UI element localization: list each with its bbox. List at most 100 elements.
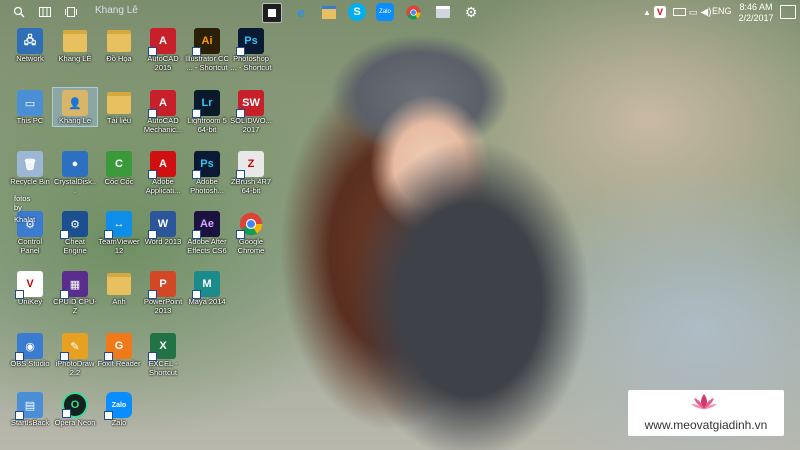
zbrush-icon: Z bbox=[236, 151, 264, 179]
language-indicator[interactable]: ENG bbox=[712, 6, 732, 16]
desktop-shortcut-label: CPUID CPU-Z bbox=[53, 297, 97, 315]
edge-icon[interactable]: e bbox=[292, 3, 310, 21]
desktop-shortcut[interactable]: V UniKey bbox=[8, 269, 52, 307]
desktop-shortcut-label: Network bbox=[16, 54, 44, 63]
desktop-shortcut[interactable]: 🖧 Network bbox=[8, 26, 52, 64]
tablet-mode-icon[interactable] bbox=[62, 3, 80, 21]
task-view-icon[interactable] bbox=[36, 3, 54, 21]
stray-line: Khalat bbox=[14, 215, 36, 224]
desktop-shortcut[interactable]: Anh bbox=[97, 269, 141, 307]
desktop-shortcut-label: Adobe Photosh... bbox=[190, 177, 224, 195]
desktop-shortcut[interactable]: P PowerPoint 2013 bbox=[141, 269, 185, 315]
file-explorer-icon[interactable] bbox=[320, 3, 338, 21]
printer-icon[interactable] bbox=[434, 3, 452, 21]
desktop-shortcut[interactable]: Ae Adobe After Effects CS6 bbox=[185, 209, 229, 255]
folder-icon bbox=[106, 271, 132, 297]
top-taskbar: Khang Lê e S Zalo ⚙ ▲ V ▭ ◀) ENG 8:46 AM… bbox=[0, 0, 800, 24]
desktop-shortcut-label: StartIsBack bbox=[10, 418, 50, 427]
clock-time: 8:46 AM bbox=[739, 2, 773, 12]
desktop-shortcut[interactable]: W Word 2013 bbox=[141, 209, 185, 247]
desktop-shortcut[interactable]: Khang LÊ bbox=[53, 26, 97, 64]
desktop-shortcut[interactable]: ↔ TeamViewer 12 bbox=[97, 209, 141, 255]
after-effects-icon: Ae bbox=[192, 211, 220, 239]
notification-icon[interactable] bbox=[780, 5, 796, 19]
desktop-shortcut[interactable]: C Cốc Cốc bbox=[97, 149, 141, 187]
desktop-shortcut[interactable]: A AutoCAD 2015 bbox=[141, 26, 185, 72]
desktop-shortcut-label: Adobe Applicati... bbox=[145, 177, 181, 195]
excel-icon: X bbox=[148, 333, 176, 361]
desktop-shortcut[interactable]: Google Chrome bbox=[229, 209, 273, 255]
desktop-shortcut-label: Maya 2014 bbox=[188, 297, 226, 306]
clock[interactable]: 8:46 AM 2/2/2017 bbox=[734, 2, 778, 24]
word-icon: W bbox=[148, 211, 176, 239]
desktop-shortcut[interactable]: Đồ Họa bbox=[97, 26, 141, 64]
desktop-shortcut-label: Lightroom 5 64-bit bbox=[187, 116, 227, 134]
startisback-icon: ▤ bbox=[15, 392, 43, 420]
desktop-shortcut[interactable]: M Maya 2014 bbox=[185, 269, 229, 307]
desktop-shortcut[interactable]: Ps Adobe Photosh... bbox=[185, 149, 229, 195]
taskbar-app-icon[interactable] bbox=[262, 3, 282, 23]
desktop-shortcut[interactable]: A Adobe Applicati... bbox=[141, 149, 185, 195]
desktop-shortcut[interactable]: Ps Photoshop ... - Shortcut bbox=[229, 26, 273, 72]
zalo-icon: Zalo bbox=[104, 392, 132, 420]
desktop-shortcut[interactable]: ● CrystalDisk... bbox=[53, 149, 97, 195]
network-icon: 🖧 bbox=[17, 28, 43, 54]
desktop-shortcut[interactable]: ▦ CPUID CPU-Z bbox=[53, 269, 97, 315]
autocad-icon: A bbox=[148, 28, 176, 56]
autocad-mechanical-icon: A bbox=[148, 90, 176, 118]
unikey-tray-icon[interactable]: V bbox=[654, 6, 666, 18]
skype-icon[interactable]: S bbox=[348, 3, 366, 21]
desktop-shortcut-label: This PC bbox=[16, 116, 44, 125]
desktop-shortcut-label: PowerPoint 2013 bbox=[143, 297, 183, 315]
desktop-shortcut-label: EXCEL - Shortcut bbox=[148, 359, 178, 377]
chrome-icon[interactable] bbox=[404, 3, 422, 21]
desktop-shortcut-label: AutoCAD Mechanic... bbox=[143, 116, 183, 134]
desktop-shortcut-label: iPhotoDraw 2.2 bbox=[55, 359, 95, 377]
desktop-shortcut-label: AutoCAD 2015 bbox=[147, 54, 179, 72]
desktop-shortcut-label: Word 2013 bbox=[144, 237, 182, 246]
teamviewer-icon: ↔ bbox=[104, 211, 132, 239]
iphotodraw-icon: ✎ bbox=[60, 333, 88, 361]
desktop-shortcut[interactable]: SW SOLIDWO... 2017 bbox=[229, 88, 273, 134]
coccoc-icon: C bbox=[106, 151, 132, 177]
desktop-shortcut[interactable]: ⚙ Cheat Engine bbox=[53, 209, 97, 255]
folder-icon bbox=[106, 90, 132, 116]
settings-icon[interactable]: ⚙ bbox=[462, 3, 480, 21]
desktop-shortcut[interactable]: G Foxit Reader bbox=[97, 331, 141, 369]
desktop-shortcut-label: Zalo bbox=[111, 418, 127, 427]
desktop-shortcut[interactable]: ▤ StartIsBack bbox=[8, 390, 52, 428]
desktop-shortcut-label: CrystalDisk... bbox=[53, 177, 97, 195]
desktop-shortcut[interactable]: Zalo Zalo bbox=[97, 390, 141, 428]
desktop-shortcut[interactable]: Lr Lightroom 5 64-bit bbox=[185, 88, 229, 134]
illustrator-icon: Ai bbox=[192, 28, 220, 56]
folder-icon bbox=[62, 28, 88, 54]
desktop-shortcut-label: SOLIDWO... 2017 bbox=[230, 116, 272, 134]
adobe-icon: A bbox=[148, 151, 176, 179]
desktop-shortcut[interactable]: Tài liệu bbox=[97, 88, 141, 126]
desktop-shortcut-label: Opera Neon bbox=[54, 418, 96, 427]
computer-icon: ▭ bbox=[17, 90, 43, 116]
desktop-shortcut-label: Photoshop ... - Shortcut bbox=[230, 54, 272, 72]
maya-icon: M bbox=[192, 271, 220, 299]
zalo-icon[interactable]: Zalo bbox=[376, 3, 394, 21]
desktop-shortcut[interactable]: ▭ This PC bbox=[8, 88, 52, 126]
desktop-shortcut[interactable]: ✎ iPhotoDraw 2.2 bbox=[53, 331, 97, 377]
recycle-bin-icon: 🗑 bbox=[17, 151, 43, 177]
desktop-shortcut[interactable]: A AutoCAD Mechanic... bbox=[141, 88, 185, 134]
desktop-shortcut[interactable]: X EXCEL - Shortcut bbox=[141, 331, 185, 377]
lotus-logo-icon bbox=[691, 394, 717, 409]
desktop-shortcut[interactable]: Z ZBrush 4R7 64-bit bbox=[229, 149, 273, 195]
desktop-shortcut[interactable]: ◉ OBS Studio bbox=[8, 331, 52, 369]
solidworks-icon: SW bbox=[236, 90, 264, 118]
desktop-shortcut-label: Cốc Cốc bbox=[104, 177, 134, 186]
desktop-wallpaper: Khang Lê e S Zalo ⚙ ▲ V ▭ ◀) ENG 8:46 AM… bbox=[0, 0, 800, 450]
chrome-icon bbox=[236, 211, 264, 239]
search-icon[interactable] bbox=[10, 3, 28, 21]
desktop-shortcut[interactable]: 👤 Khang Le bbox=[52, 87, 98, 127]
desktop-shortcut-label: Google Chrome bbox=[237, 237, 265, 255]
desktop-shortcut[interactable]: Ai Illustrator CC ... - Shortcut bbox=[185, 26, 229, 72]
stray-text: fotos by Khalat bbox=[14, 194, 35, 224]
desktop-shortcut[interactable]: 🗑 Recycle Bin bbox=[8, 149, 52, 187]
desktop-shortcut[interactable]: O Opera Neon bbox=[53, 390, 97, 428]
desktop-shortcut-label: ZBrush 4R7 64-bit bbox=[230, 177, 272, 195]
